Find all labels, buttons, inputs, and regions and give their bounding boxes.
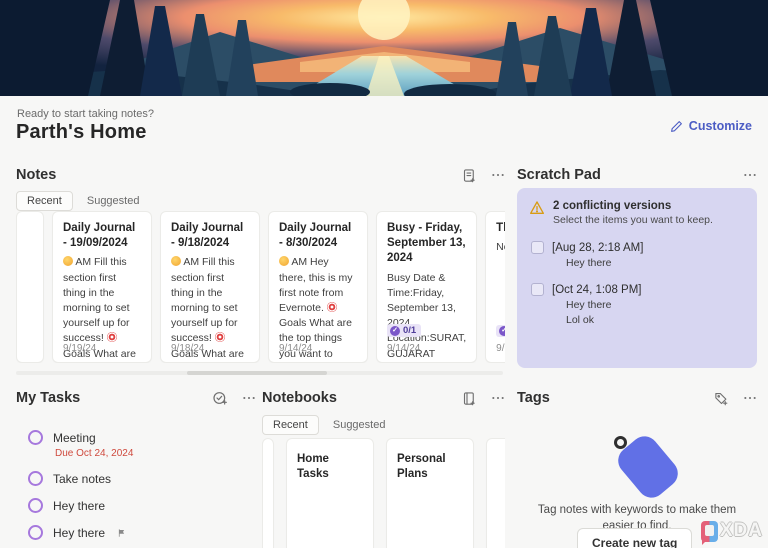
notebook-card[interactable]: Home Tasks — [286, 438, 374, 548]
task-row[interactable]: Take notes — [16, 465, 256, 492]
version-timestamp: [Oct 24, 1:08 PM] — [552, 284, 641, 296]
version-text: Hey there — [566, 299, 745, 311]
task-progress-badge: ✓0/1 — [387, 324, 421, 337]
note-card[interactable]: Daily Journal - 9/18/2024 AM Fill this s… — [160, 211, 260, 363]
new-notebook-icon[interactable] — [462, 391, 477, 406]
notebooks-widget: Notebooks Recent Suggested Home Tasks Pe… — [262, 390, 505, 435]
target-emoji — [215, 332, 225, 342]
greeting-text: Ready to start taking notes? — [17, 108, 154, 120]
note-date: 9/18/24 — [171, 343, 204, 354]
create-new-tag-button[interactable]: Create new tag — [577, 528, 692, 548]
scratch-pad-widget: Scratch Pad 2 conflicting versions Selec… — [517, 167, 757, 183]
notebooks-tab-suggested[interactable]: Suggested — [333, 419, 386, 431]
new-tag-icon[interactable] — [714, 391, 729, 406]
task-row[interactable]: Meeting Due Oct 24, 2024 — [16, 424, 256, 465]
scratch-pad-panel[interactable]: 2 conflicting versions Select the items … — [517, 188, 757, 368]
task-due-date: Due Oct 24, 2024 — [55, 448, 256, 459]
notes-widget: Notes Recent Suggested Daily Journal - 1… — [16, 167, 505, 383]
note-date: 9/1 — [496, 343, 505, 354]
conflict-title: 2 conflicting versions — [553, 200, 713, 212]
sun-emoji — [171, 256, 181, 266]
conflict-banner: 2 conflicting versions Select the items … — [529, 200, 745, 226]
notes-tab-suggested[interactable]: Suggested — [87, 195, 140, 207]
flag-icon — [117, 528, 126, 538]
sun-emoji — [63, 256, 73, 266]
warning-icon — [529, 200, 545, 216]
xda-watermark: XDA — [701, 520, 763, 542]
note-date: 9/14/24 — [387, 343, 420, 354]
notebooks-title: Notebooks — [262, 390, 337, 406]
task-checkbox[interactable] — [28, 525, 43, 540]
notes-cards-row: Daily Journal - 19/09/2024 AM Fill this … — [16, 211, 505, 363]
version-checkbox[interactable] — [531, 283, 544, 296]
notebooks-cards-row: Home Tasks Personal Plans — [262, 438, 505, 548]
notes-scrollbar-thumb[interactable] — [187, 371, 327, 375]
version-text: Lol ok — [566, 314, 745, 326]
note-card[interactable]: Daily Journal - 19/09/2024 AM Fill this … — [52, 211, 152, 363]
customize-button[interactable]: Customize — [670, 119, 752, 133]
notebooks-tabs: Recent Suggested — [262, 415, 505, 435]
version-row: [Oct 24, 1:08 PM] — [531, 283, 745, 296]
notebook-card-partial-right[interactable] — [486, 438, 505, 548]
new-note-icon[interactable] — [462, 168, 477, 183]
task-row[interactable]: Hey there — [16, 492, 256, 519]
tags-more-icon[interactable] — [743, 391, 757, 405]
notebook-card[interactable]: Personal Plans — [386, 438, 474, 548]
cover-illustration — [0, 0, 768, 96]
note-card[interactable]: Daily Journal - 8/30/2024 AM Hey there, … — [268, 211, 368, 363]
tags-title: Tags — [517, 390, 550, 406]
scratch-pad-title: Scratch Pad — [517, 167, 601, 183]
note-card-partial-left[interactable] — [16, 211, 44, 363]
note-date: 9/14/24 — [279, 343, 312, 354]
customize-label: Customize — [689, 119, 752, 133]
notes-title: Notes — [16, 167, 56, 183]
check-circle-icon: ✓ — [499, 326, 505, 336]
task-progress-badge: ✓ — [496, 325, 505, 337]
target-emoji — [327, 302, 337, 312]
note-date: 9/19/24 — [63, 343, 96, 354]
task-checkbox[interactable] — [28, 430, 43, 445]
note-card[interactable]: Busy - Friday, September 13, 2024 Busy D… — [376, 211, 477, 363]
xda-logo-icon — [701, 521, 718, 542]
version-row: [Aug 28, 2:18 AM] — [531, 241, 745, 254]
version-checkbox[interactable] — [531, 241, 544, 254]
scratch-pad-more-icon[interactable] — [743, 168, 757, 182]
task-row[interactable]: Hey there — [16, 519, 256, 546]
my-tasks-title: My Tasks — [16, 390, 80, 406]
target-emoji — [107, 332, 117, 342]
notes-tab-recent[interactable]: Recent — [16, 191, 73, 211]
notes-tabs: Recent Suggested — [16, 191, 505, 211]
version-timestamp: [Aug 28, 2:18 AM] — [552, 242, 643, 254]
notes-more-icon[interactable] — [491, 168, 505, 182]
page-title: Parth's Home — [16, 121, 147, 144]
my-tasks-widget: My Tasks Meeting Due Oct 24, 2024 — [16, 390, 256, 548]
xda-logo-text: XDA — [720, 520, 763, 542]
note-card-partial-right[interactable]: Th No ✓ 9/1 — [485, 211, 505, 363]
task-checkbox[interactable] — [28, 498, 43, 513]
notes-scrollbar-track[interactable] — [16, 371, 503, 375]
tag-ring — [614, 436, 627, 449]
conflict-subtitle: Select the items you want to keep. — [553, 214, 713, 226]
notebooks-tab-recent[interactable]: Recent — [262, 415, 319, 435]
tag-illustration — [614, 436, 684, 496]
task-list: Meeting Due Oct 24, 2024 Take notes Hey … — [16, 424, 256, 548]
new-task-icon[interactable] — [212, 390, 228, 406]
sun-emoji — [279, 256, 289, 266]
notebooks-more-icon[interactable] — [491, 391, 505, 405]
task-checkbox[interactable] — [28, 471, 43, 486]
check-circle-icon: ✓ — [390, 326, 400, 336]
header-cover-image — [0, 0, 768, 96]
pencil-icon — [670, 120, 683, 133]
version-text: Hey there — [566, 257, 745, 269]
evernote-home-screen: Ready to start taking notes? Parth's Hom… — [0, 0, 768, 548]
my-tasks-more-icon[interactable] — [242, 391, 256, 405]
notebook-card-partial-left[interactable] — [262, 438, 274, 548]
